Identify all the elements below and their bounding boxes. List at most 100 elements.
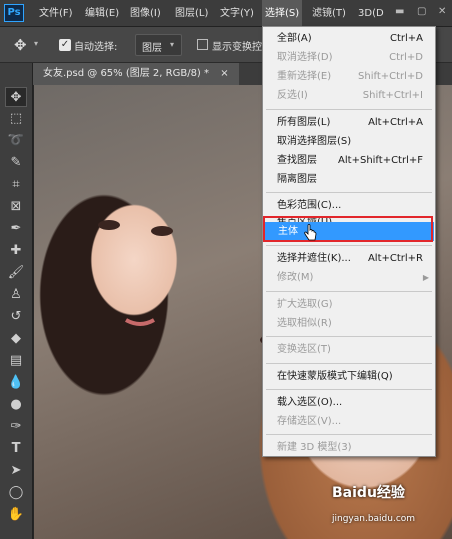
menu-edit[interactable]: 编辑(E) xyxy=(82,0,122,27)
menu-item-deselect: 取消选择(D) Ctrl+D xyxy=(263,48,435,67)
menu-type[interactable]: 文字(Y) xyxy=(217,0,257,27)
menu-item-grow: 扩大选取(G) xyxy=(263,295,435,314)
auto-select-checkbox[interactable]: ✓ xyxy=(59,39,71,51)
menu-item-label: 存储选区(V)... xyxy=(277,416,342,427)
menu-item-label: 隔离图层 xyxy=(277,174,317,185)
menu-select[interactable]: 选择(S) xyxy=(262,0,303,27)
menu-item-shortcut: Shift+Ctrl+I xyxy=(362,90,423,101)
menu-item-label: 查找图层 xyxy=(277,155,317,166)
menu-item-deselect-layers[interactable]: 取消选择图层(S) xyxy=(263,132,435,151)
menu-image[interactable]: 图像(I) xyxy=(127,0,164,27)
minimize-icon[interactable]: ▬ xyxy=(395,7,405,17)
marquee-tool-icon[interactable]: ⬚ xyxy=(5,109,27,129)
menu-item-new-3d-model: 新建 3D 模型(3) xyxy=(263,438,435,457)
menu-item-save-selection: 存储选区(V)... xyxy=(263,412,435,431)
menu-item-inverse: 反选(I) Shift+Ctrl+I xyxy=(263,86,435,105)
baidu-watermark-url: jingyan.baidu.com xyxy=(332,514,416,524)
type-tool-icon[interactable]: T xyxy=(5,439,27,459)
menu-item-label: 新建 3D 模型(3) xyxy=(277,442,352,453)
menu-item-load-selection[interactable]: 载入选区(O)... xyxy=(263,393,435,412)
menu-separator xyxy=(266,389,432,390)
menu-item-label: 全部(A) xyxy=(277,33,312,44)
healing-brush-tool-icon[interactable]: ✚ xyxy=(5,241,27,261)
menu-item-shortcut: Alt+Ctrl+R xyxy=(367,253,423,264)
menu-item-label: 所有图层(L) xyxy=(277,117,331,128)
submenu-arrow-icon: ▶ xyxy=(422,273,429,282)
menu-item-isolate-layers[interactable]: 隔离图层 xyxy=(263,170,435,189)
menu-item-select-all[interactable]: 全部(A) Ctrl+A xyxy=(263,29,435,48)
eraser-tool-icon[interactable]: ◆ xyxy=(5,329,27,349)
menu-layer[interactable]: 图层(L) xyxy=(172,0,211,27)
menu-item-select-and-mask[interactable]: 选择并遮住(K)... Alt+Ctrl+R xyxy=(263,249,435,268)
menu-item-label: 重新选择(E) xyxy=(277,71,332,82)
menu-item-label: 修改(M) xyxy=(277,272,314,283)
menu-bar: Ps 文件(F) 编辑(E) 图像(I) 图层(L) 文字(Y) 选择(S) 滤… xyxy=(0,0,452,27)
path-select-tool-icon[interactable]: ➤ xyxy=(5,461,27,481)
layer-select-dropdown[interactable]: 图层 ▾ xyxy=(135,34,182,56)
gradient-tool-icon[interactable]: ▤ xyxy=(5,351,27,371)
blur-tool-icon[interactable]: 💧 xyxy=(5,373,27,393)
move-tool-icon[interactable]: ✥ xyxy=(14,36,27,54)
menu-item-label: 反选(I) xyxy=(277,90,308,101)
menu-item-similar: 选取相似(R) xyxy=(263,314,435,333)
baidu-watermark: Baidu经验 xyxy=(332,485,405,501)
document-tab-title: 女友.psd @ 65% (图层 2, RGB/8) * xyxy=(43,68,210,79)
move-tool-icon[interactable]: ✥ xyxy=(5,87,27,107)
menu-item-label: 选取相似(R) xyxy=(277,318,332,329)
menu-filter[interactable]: 滤镜(T) xyxy=(309,0,349,27)
menu-item-all-layers[interactable]: 所有图层(L) Alt+Ctrl+A xyxy=(263,113,435,132)
menu-item-shortcut: Ctrl+A xyxy=(389,33,423,44)
document-tab[interactable]: 女友.psd @ 65% (图层 2, RGB/8) * × xyxy=(33,63,239,85)
menu-item-modify: 修改(M) ▶ xyxy=(263,268,435,287)
menu-item-reselect: 重新选择(E) Shift+Ctrl+D xyxy=(263,67,435,86)
close-tab-icon[interactable]: × xyxy=(220,68,228,79)
tools-panel: ✥ ⬚ ➰ ✎ ⌗ ⊠ ✒ ✚ 🖌 ♙ ↺ ◆ ▤ 💧 ● ✑ T ➤ ◯ ✋ xyxy=(0,63,33,539)
menu-file[interactable]: 文件(F) xyxy=(36,0,76,27)
menu-3d[interactable]: 3D(D xyxy=(355,0,387,27)
layer-select-value: 图层 xyxy=(142,43,162,54)
close-window-icon[interactable]: ✕ xyxy=(438,7,448,17)
chevron-down-icon: ▾ xyxy=(170,40,175,49)
maximize-icon[interactable]: ▢ xyxy=(417,7,427,17)
show-transform-checkbox[interactable] xyxy=(197,39,208,50)
menu-item-find-layers[interactable]: 查找图层 Alt+Shift+Ctrl+F xyxy=(263,151,435,170)
menu-item-label: 载入选区(O)... xyxy=(277,397,343,408)
chevron-down-icon[interactable]: ▾ xyxy=(34,39,38,48)
menu-item-label: 色彩范围(C)... xyxy=(277,200,342,211)
eyedropper-tool-icon[interactable]: ✒ xyxy=(5,219,27,239)
lasso-tool-icon[interactable]: ➰ xyxy=(5,131,27,151)
quick-select-tool-icon[interactable]: ✎ xyxy=(5,153,27,173)
menu-item-label: 扩大选取(G) xyxy=(277,299,333,310)
menu-item-quick-mask[interactable]: 在快速蒙版模式下编辑(Q) xyxy=(263,367,435,386)
clone-stamp-tool-icon[interactable]: ♙ xyxy=(5,285,27,305)
menu-separator xyxy=(266,192,432,193)
history-brush-tool-icon[interactable]: ↺ xyxy=(5,307,27,327)
crop-tool-icon[interactable]: ⌗ xyxy=(5,175,27,195)
menu-item-label: 变换选区(T) xyxy=(277,344,331,355)
photoshop-logo: Ps xyxy=(4,4,24,22)
show-transform-label: 显示变换控 xyxy=(212,42,262,53)
menu-separator xyxy=(266,434,432,435)
menu-separator xyxy=(266,291,432,292)
brush-tool-icon[interactable]: 🖌 xyxy=(5,263,27,283)
menu-item-transform-selection: 变换选区(T) xyxy=(263,340,435,359)
menu-item-label: 选择并遮住(K)... xyxy=(277,253,351,264)
menu-item-label: 取消选择图层(S) xyxy=(277,136,352,147)
menu-item-shortcut: Alt+Ctrl+A xyxy=(368,117,423,128)
menu-item-label: 取消选择(D) xyxy=(277,52,333,63)
hand-tool-icon[interactable]: ✋ xyxy=(5,505,27,525)
menu-item-shortcut: Alt+Shift+Ctrl+F xyxy=(338,155,423,166)
menu-separator xyxy=(266,245,432,246)
pen-tool-icon[interactable]: ✑ xyxy=(5,417,27,437)
menu-separator xyxy=(266,363,432,364)
frame-tool-icon[interactable]: ⊠ xyxy=(5,197,27,217)
menu-separator xyxy=(266,109,432,110)
menu-item-shortcut: Shift+Ctrl+D xyxy=(358,71,423,82)
menu-separator xyxy=(266,336,432,337)
annotation-highlight-box xyxy=(263,216,433,242)
shape-tool-icon[interactable]: ◯ xyxy=(5,483,27,503)
hand-cursor-icon xyxy=(304,224,317,241)
dodge-tool-icon[interactable]: ● xyxy=(5,395,27,415)
menu-item-label: 在快速蒙版模式下编辑(Q) xyxy=(277,371,393,382)
auto-select-label: 自动选择: xyxy=(74,42,118,53)
